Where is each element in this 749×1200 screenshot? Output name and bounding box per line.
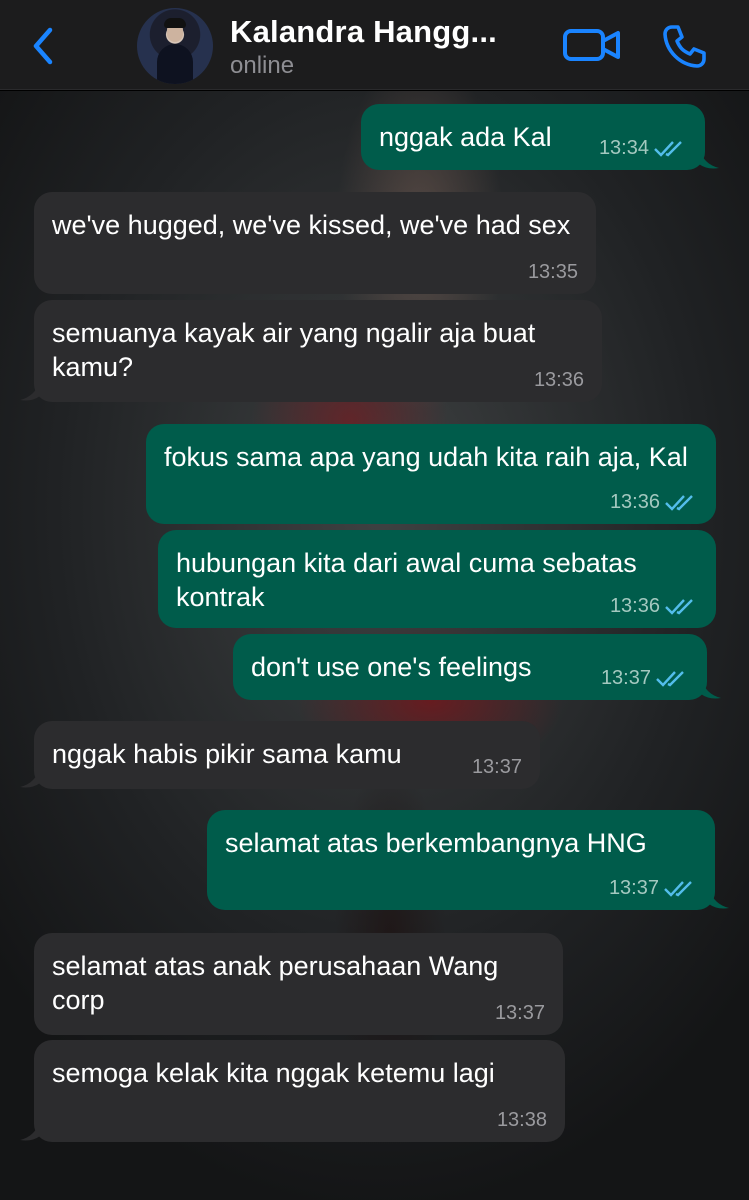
video-camera-icon[interactable]	[562, 26, 622, 64]
message-time: 13:37	[494, 1002, 545, 1024]
message-meta: 13:37	[609, 878, 697, 898]
avatar[interactable]	[137, 8, 213, 84]
message-incoming[interactable]: nggak habis pikir sama kamu 13:37	[34, 721, 540, 789]
message-text: semoga kelak kita nggak ketemu lagi	[52, 1058, 495, 1088]
message-time: 13:37	[600, 667, 651, 689]
message-time: 13:36	[533, 369, 584, 391]
message-time: 13:37	[608, 877, 659, 899]
message-time: 13:34	[598, 137, 649, 159]
message-incoming[interactable]: semuanya kayak air yang ngalir aja buat …	[34, 300, 602, 402]
chat-header: Kalandra Hangg... online	[0, 0, 749, 90]
message-text: we've hugged, we've kissed, we've had se…	[52, 210, 571, 240]
contact-name[interactable]: Kalandra Hangg...	[230, 14, 497, 50]
bubble-tail	[699, 148, 719, 169]
message-incoming[interactable]: semoga kelak kita nggak ketemu lagi 13:3…	[34, 1040, 565, 1142]
message-text: semuanya kayak air yang ngalir aja buat …	[52, 318, 543, 382]
message-time: 13:38	[496, 1109, 547, 1131]
message-text: selamat atas anak perusahaan Wang corp	[52, 951, 506, 1015]
bubble-tail	[20, 380, 40, 401]
read-double-check-icon	[664, 881, 692, 897]
message-outgoing[interactable]: don't use one's feelings 13:37	[233, 634, 707, 700]
phone-icon[interactable]	[660, 22, 708, 70]
message-meta: 13:36	[610, 596, 698, 616]
message-meta: 13:37	[601, 668, 689, 688]
message-outgoing[interactable]: nggak ada Kal 13:34	[361, 104, 705, 170]
message-incoming[interactable]: we've hugged, we've kissed, we've had se…	[34, 192, 596, 294]
contact-status: online	[230, 52, 295, 79]
message-meta: 13:36	[610, 492, 698, 512]
message-outgoing[interactable]: fokus sama apa yang udah kita raih aja, …	[146, 424, 716, 524]
message-outgoing[interactable]: hubungan kita dari awal cuma sebatas kon…	[158, 530, 716, 628]
message-time: 13:35	[527, 261, 578, 283]
message-text: fokus sama apa yang udah kita raih aja, …	[164, 442, 688, 472]
message-incoming[interactable]: selamat atas anak perusahaan Wang corp 1…	[34, 933, 563, 1035]
message-list[interactable]: nggak ada Kal 13:34 we've hugged, we've …	[0, 91, 749, 1200]
message-text: nggak habis pikir sama kamu	[52, 739, 402, 769]
bubble-tail	[701, 678, 721, 699]
message-time: 13:37	[471, 756, 522, 778]
read-double-check-icon	[665, 599, 693, 615]
read-double-check-icon	[656, 671, 684, 687]
message-text: selamat atas berkembangnya HNG	[225, 828, 647, 858]
bubble-tail	[709, 888, 729, 909]
message-outgoing[interactable]: selamat atas berkembangnya HNG 13:37	[207, 810, 715, 910]
bubble-tail	[20, 1120, 40, 1141]
read-double-check-icon	[665, 495, 693, 511]
message-meta: 13:34	[599, 138, 687, 158]
chevron-left-icon[interactable]	[26, 24, 62, 68]
bubble-tail	[20, 767, 40, 788]
message-time: 13:36	[609, 595, 660, 617]
message-time: 13:36	[609, 491, 660, 513]
read-double-check-icon	[654, 141, 682, 157]
